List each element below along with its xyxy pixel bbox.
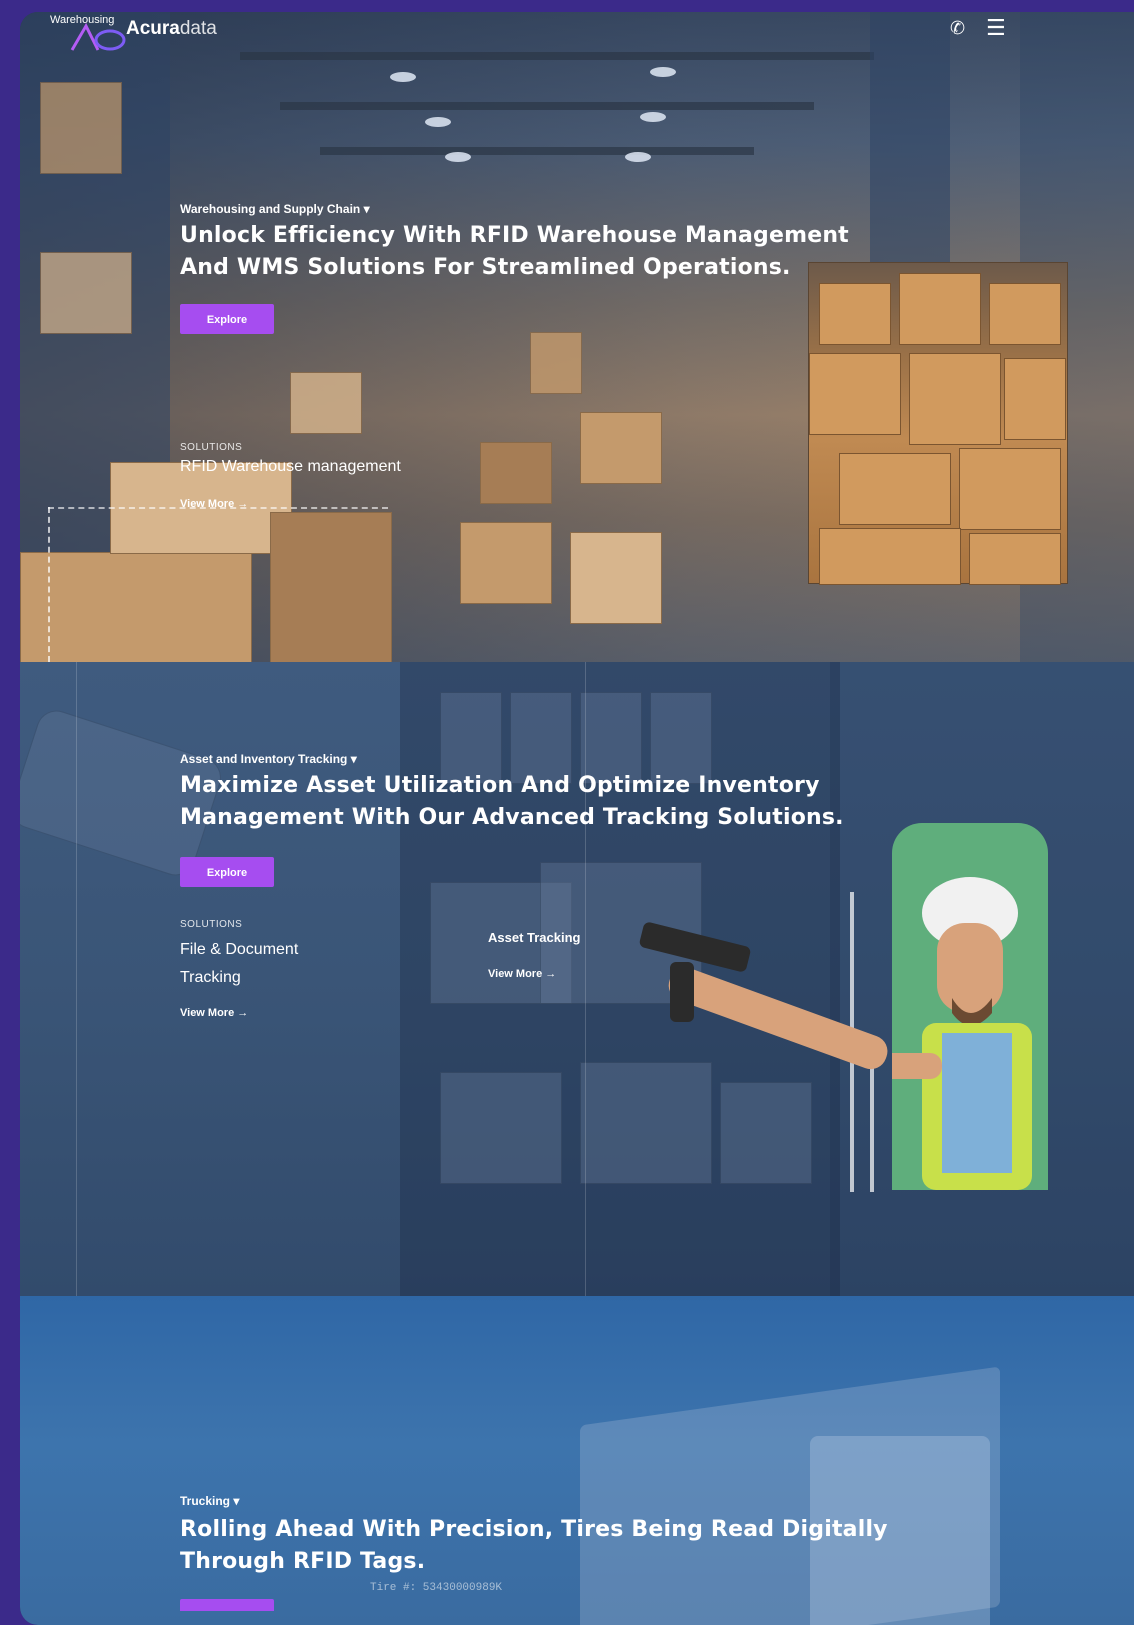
box bbox=[290, 372, 362, 434]
explore-button-partial[interactable] bbox=[180, 1599, 274, 1611]
box bbox=[20, 552, 252, 662]
boxes-inset-image bbox=[808, 262, 1068, 585]
section-headline: Maximize Asset Utilization And Optimize … bbox=[180, 770, 860, 834]
ceiling-beam bbox=[280, 102, 814, 110]
worker-image-card bbox=[872, 823, 1048, 1190]
headline-line: Rolling Ahead With Precision, Tires Bein… bbox=[180, 1517, 888, 1542]
headline-line: Through RFID Tags. bbox=[180, 1549, 426, 1574]
box bbox=[40, 82, 122, 174]
box bbox=[909, 353, 1001, 445]
view-more-link[interactable]: View More → bbox=[180, 1007, 248, 1019]
guide-line bbox=[76, 662, 77, 1296]
box bbox=[899, 273, 981, 345]
storage-box bbox=[580, 1062, 712, 1184]
headline-line: And WMS Solutions For Streamlined Operat… bbox=[180, 255, 791, 280]
solution-title-line: Tracking bbox=[180, 969, 241, 986]
ceiling-light bbox=[390, 72, 416, 82]
box bbox=[809, 353, 901, 435]
section-headline: Rolling Ahead With Precision, Tires Bein… bbox=[180, 1514, 940, 1578]
ceiling-light bbox=[640, 112, 666, 122]
category-dropdown[interactable]: Asset and Inventory Tracking ▾ bbox=[180, 752, 357, 766]
box bbox=[40, 252, 132, 334]
solution-title[interactable]: RFID Warehouse management bbox=[180, 458, 401, 476]
view-more-link[interactable]: View More → bbox=[180, 498, 248, 510]
ceiling-light bbox=[445, 152, 471, 162]
storage-box bbox=[440, 1072, 562, 1184]
trucking-section: Trucking ▾ Rolling Ahead With Precision,… bbox=[20, 1296, 1134, 1625]
storage-box bbox=[720, 1082, 812, 1184]
guide-line bbox=[585, 662, 586, 1296]
explore-button[interactable]: Explore bbox=[180, 304, 274, 334]
solution-title[interactable]: File & Document Tracking bbox=[180, 936, 298, 992]
category-dropdown[interactable]: Trucking ▾ bbox=[180, 1494, 239, 1508]
box bbox=[530, 332, 582, 394]
decor-line bbox=[870, 1062, 874, 1192]
page-frame: Warehousing Acuradata ✆ ☰ Warehousing an… bbox=[20, 12, 1134, 1625]
solution-title-line: File & Document bbox=[180, 941, 299, 958]
box bbox=[959, 448, 1061, 530]
worker-illustration bbox=[872, 877, 1032, 1190]
menu-icon[interactable]: ☰ bbox=[986, 18, 1006, 40]
phone-icon[interactable]: ✆ bbox=[950, 18, 965, 40]
box bbox=[969, 533, 1061, 585]
headline-line: Management With Our Advanced Tracking So… bbox=[180, 805, 844, 830]
box bbox=[580, 412, 662, 484]
box bbox=[819, 283, 891, 345]
headline-line: Unlock Efficiency With RFID Warehouse Ma… bbox=[180, 223, 849, 248]
box bbox=[460, 522, 552, 604]
box bbox=[270, 512, 392, 662]
rfid-scanner-grip bbox=[670, 962, 694, 1022]
asset-tracking-section: Asset and Inventory Tracking ▾ Maximize … bbox=[20, 662, 1134, 1296]
solutions-label: SOLUTIONS bbox=[180, 919, 243, 930]
ceiling-light bbox=[650, 67, 676, 77]
logo-name[interactable]: Acuradata bbox=[126, 18, 217, 40]
box bbox=[480, 442, 552, 504]
explore-button[interactable]: Explore bbox=[180, 857, 274, 887]
box bbox=[819, 528, 961, 585]
solution-title[interactable]: Asset Tracking bbox=[488, 930, 581, 945]
dashed-guide bbox=[48, 507, 50, 662]
headline-line: Maximize Asset Utilization And Optimize … bbox=[180, 773, 820, 798]
box bbox=[989, 283, 1061, 345]
solutions-label: SOLUTIONS bbox=[180, 442, 243, 453]
ceiling-light bbox=[425, 117, 451, 127]
hero-warehousing-section: Warehousing Acuradata ✆ ☰ Warehousing an… bbox=[20, 12, 1134, 662]
box bbox=[570, 532, 662, 624]
hero-headline: Unlock Efficiency With RFID Warehouse Ma… bbox=[180, 220, 860, 284]
tire-id-label: Tire #: 53430000989K bbox=[370, 1582, 503, 1594]
ceiling-light bbox=[625, 152, 651, 162]
box bbox=[1004, 358, 1066, 440]
view-more-link[interactable]: View More → bbox=[488, 968, 556, 980]
box bbox=[839, 453, 951, 525]
site-header: Warehousing Acuradata ✆ ☰ bbox=[20, 12, 1134, 64]
category-dropdown[interactable]: Warehousing and Supply Chain ▾ bbox=[180, 202, 370, 216]
ceiling-beam bbox=[320, 147, 754, 155]
